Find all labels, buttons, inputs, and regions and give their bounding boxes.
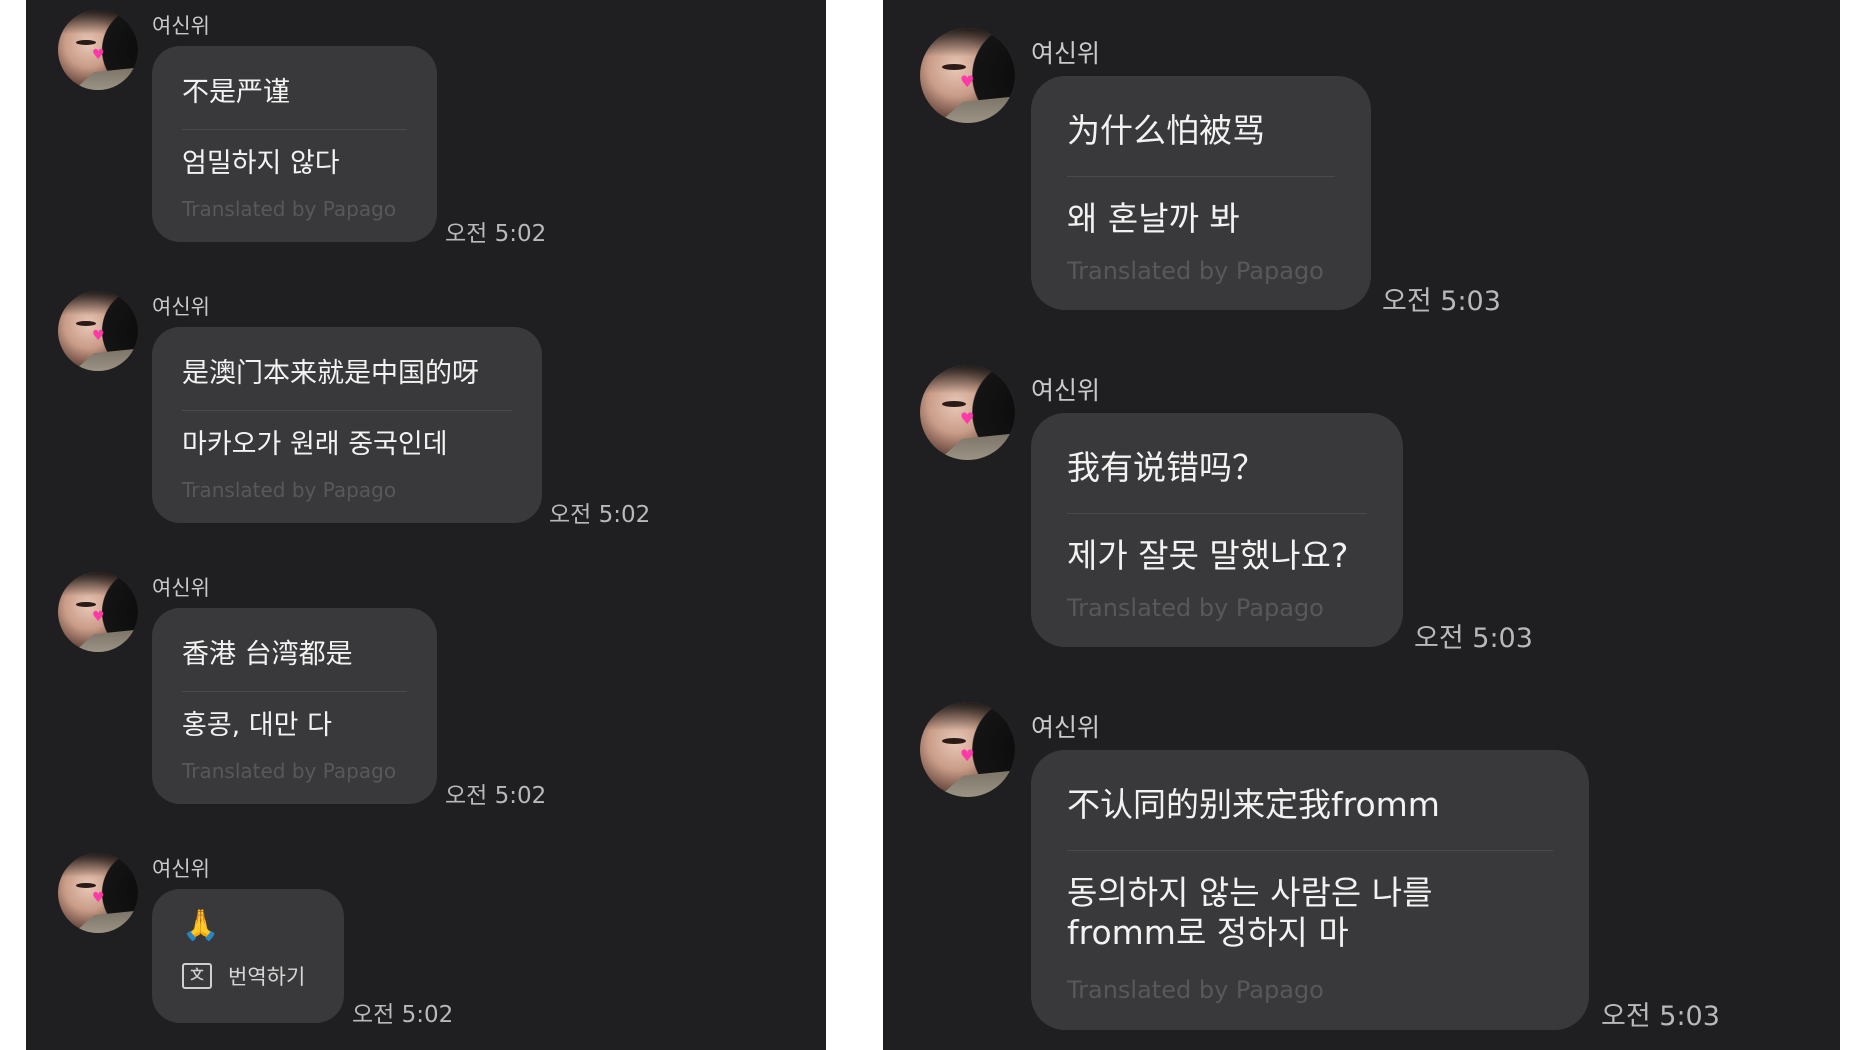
original-text: 香港 台湾都是	[182, 639, 353, 670]
avatar[interactable]: ♥	[920, 702, 1015, 797]
timestamp: 오전 5:03	[1414, 623, 1533, 654]
translation-credit: Translated by Papago	[1067, 594, 1324, 623]
divider	[182, 129, 407, 130]
translated-text: 제가 잘못 말했나요?	[1067, 536, 1349, 575]
message-bubble[interactable]: 🙏 文 번역하기	[152, 889, 344, 1023]
timestamp: 오전 5:02	[352, 1002, 454, 1028]
translated-text-line-1: 동의하지 않는 사람은 나를	[1067, 873, 1433, 912]
avatar[interactable]: ♥	[58, 291, 138, 371]
translated-text: 마카오가 원래 중국인데	[182, 429, 448, 460]
divider	[1067, 513, 1367, 514]
divider	[182, 410, 512, 411]
sender-name: 여신위	[1031, 713, 1101, 742]
timestamp: 오전 5:02	[549, 502, 651, 528]
message-bubble[interactable]: 是澳门本来就是中国的呀 마카오가 원래 중국인데 Translated by P…	[152, 327, 542, 523]
translate-label: 번역하기	[228, 965, 306, 989]
heart-sticker-icon: ♥	[92, 47, 105, 63]
translated-text-line-2: fromm로 정하지 마	[1067, 913, 1349, 953]
sender-name: 여신위	[1031, 376, 1101, 405]
translation-credit: Translated by Papago	[1067, 975, 1324, 1004]
original-text: 为什么怕被骂	[1067, 111, 1265, 150]
timestamp: 오전 5:02	[445, 221, 547, 247]
chat-panel-left[interactable]: ♥ 여신위 不是严谨 엄밀하지 않다 Translated by Papago …	[26, 0, 826, 1050]
heart-sticker-icon: ♥	[92, 328, 105, 344]
heart-sticker-icon: ♥	[960, 746, 975, 765]
divider	[182, 691, 407, 692]
translation-credit: Translated by Papago	[182, 758, 397, 783]
heart-sticker-icon: ♥	[960, 72, 975, 91]
translated-text: 홍콩, 대만 다	[182, 710, 332, 741]
avatar[interactable]: ♥	[920, 28, 1015, 123]
translate-icon: 文	[182, 963, 212, 989]
message-bubble[interactable]: 为什么怕被骂 왜 혼날까 봐 Translated by Papago	[1031, 76, 1371, 310]
sender-name: 여신위	[152, 295, 210, 319]
heart-sticker-icon: ♥	[92, 890, 105, 906]
translation-credit: Translated by Papago	[182, 196, 397, 221]
message-bubble[interactable]: 我有说错吗？ 제가 잘못 말했나요? Translated by Papago	[1031, 413, 1403, 647]
timestamp: 오전 5:03	[1601, 1001, 1720, 1032]
sender-name: 여신위	[152, 14, 210, 38]
translation-credit: Translated by Papago	[182, 477, 397, 502]
original-text: 不认同的别来定我fromm	[1067, 785, 1440, 824]
message-bubble[interactable]: 不认同的别来定我fromm 동의하지 않는 사람은 나를 fromm로 정하지 …	[1031, 750, 1589, 1030]
message-bubble[interactable]: 不是严谨 엄밀하지 않다 Translated by Papago	[152, 46, 437, 242]
translation-credit: Translated by Papago	[1067, 257, 1324, 286]
chat-panel-right[interactable]: ♥ 여신위 为什么怕被骂 왜 혼날까 봐 Translated by Papag…	[883, 0, 1840, 1050]
avatar[interactable]: ♥	[58, 572, 138, 652]
original-text: 不是严谨	[182, 77, 290, 108]
message-bubble[interactable]: 香港 台湾都是 홍콩, 대만 다 Translated by Papago	[152, 608, 437, 804]
translated-text: 왜 혼날까 봐	[1067, 199, 1240, 238]
heart-sticker-icon: ♥	[92, 609, 105, 625]
original-text: 是澳门本来就是中国的呀	[182, 358, 479, 389]
avatar[interactable]: ♥	[58, 853, 138, 933]
translated-text: 엄밀하지 않다	[182, 148, 340, 179]
timestamp: 오전 5:03	[1382, 286, 1501, 317]
translate-button[interactable]: 文 번역하기	[182, 961, 314, 991]
sender-name: 여신위	[152, 576, 210, 600]
avatar[interactable]: ♥	[920, 365, 1015, 460]
sender-name: 여신위	[152, 857, 210, 881]
original-text: 我有说错吗？	[1067, 448, 1265, 487]
timestamp: 오전 5:02	[445, 783, 547, 809]
heart-sticker-icon: ♥	[960, 409, 975, 428]
divider	[1067, 176, 1335, 177]
sender-name: 여신위	[1031, 39, 1101, 68]
folded-hands-emoji-icon: 🙏	[182, 908, 220, 943]
avatar[interactable]: ♥	[58, 10, 138, 90]
divider	[1067, 850, 1553, 851]
